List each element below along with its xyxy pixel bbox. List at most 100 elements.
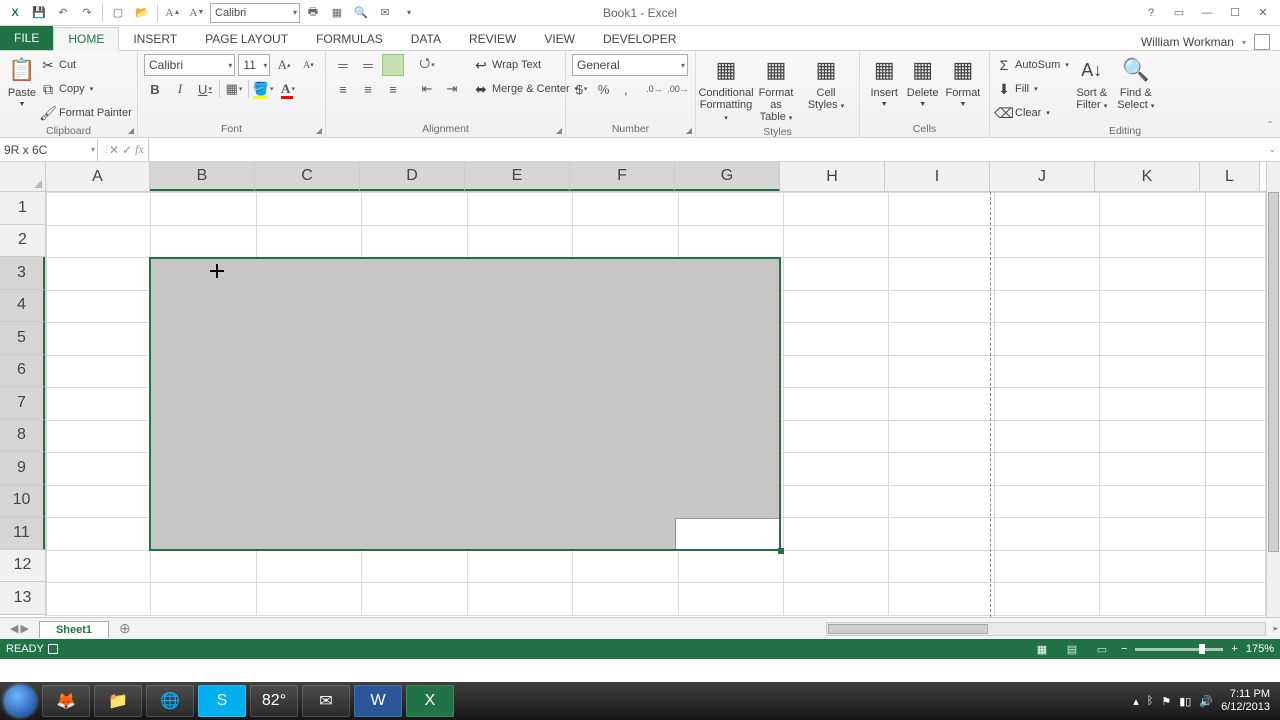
taskbar-app-firefox[interactable]: 🦊 — [42, 685, 90, 717]
row-header[interactable]: 7 — [0, 387, 45, 420]
enter-fx-icon[interactable]: ✓ — [122, 143, 132, 157]
email-icon[interactable]: ✉ — [374, 2, 396, 24]
row-header[interactable]: 3 — [0, 257, 45, 290]
cell[interactable] — [994, 225, 1099, 258]
column-header[interactable]: F — [570, 162, 675, 191]
cell[interactable] — [47, 355, 151, 388]
cell[interactable] — [362, 323, 467, 356]
sheet-nav-prev-icon[interactable]: ◀ — [10, 622, 18, 635]
cell[interactable] — [678, 258, 783, 291]
cell[interactable] — [1100, 290, 1205, 323]
paste-button[interactable]: 📋 Paste▼ — [6, 54, 38, 111]
delete-cells-button[interactable]: ▦Delete▼ — [904, 54, 940, 111]
sheet-nav-next-icon[interactable]: ▶ — [20, 622, 28, 635]
taskbar-app-word[interactable]: W — [354, 685, 402, 717]
dialog-launcher-icon[interactable]: ◢ — [686, 126, 692, 135]
fx-icon[interactable]: fx — [135, 142, 144, 157]
align-middle-button[interactable]: ＝ — [357, 54, 379, 76]
tab-page-layout[interactable]: PAGE LAYOUT — [191, 28, 302, 50]
cell[interactable] — [678, 583, 783, 616]
cell[interactable] — [889, 355, 994, 388]
cell[interactable] — [889, 583, 994, 616]
cell[interactable] — [47, 583, 151, 616]
cell[interactable] — [678, 225, 783, 258]
column-header[interactable]: K — [1095, 162, 1200, 191]
taskbar-app-weather[interactable]: 82° — [250, 685, 298, 717]
cell[interactable] — [678, 485, 783, 518]
cell[interactable] — [362, 583, 467, 616]
cell[interactable] — [994, 323, 1099, 356]
cell[interactable] — [1100, 518, 1205, 551]
vertical-scrollbar[interactable] — [1266, 162, 1280, 617]
align-center-button[interactable]: ≡ — [357, 78, 379, 100]
table-icon[interactable]: ▦ — [326, 2, 348, 24]
taskbar-app-chrome[interactable]: 🌐 — [146, 685, 194, 717]
cell[interactable] — [256, 193, 361, 226]
cell[interactable] — [467, 290, 572, 323]
expand-fx-icon[interactable]: ⌄ — [1268, 144, 1276, 155]
row-header[interactable]: 6 — [0, 355, 45, 388]
bold-button[interactable]: B — [144, 78, 166, 100]
cell[interactable] — [151, 388, 256, 421]
cell[interactable] — [1205, 258, 1265, 291]
cell[interactable] — [678, 355, 783, 388]
cell[interactable] — [256, 583, 361, 616]
row-header[interactable]: 12 — [0, 550, 45, 583]
taskbar-app-mail[interactable]: ✉ — [302, 685, 350, 717]
align-left-button[interactable]: ≡ — [332, 78, 354, 100]
cell[interactable] — [256, 420, 361, 453]
column-header[interactable]: L — [1200, 162, 1260, 191]
cell[interactable] — [1205, 323, 1265, 356]
dialog-launcher-icon[interactable]: ◢ — [128, 126, 134, 135]
underline-button[interactable]: U — [194, 78, 216, 100]
percent-button[interactable]: % — [594, 78, 613, 100]
cell[interactable] — [783, 420, 888, 453]
cell[interactable] — [889, 193, 994, 226]
sort-filter-button[interactable]: A↓Sort &Filter ▾ — [1071, 54, 1113, 113]
clear-button[interactable]: ⌫Clear▾ — [996, 102, 1069, 124]
cell[interactable] — [47, 453, 151, 486]
insert-cells-button[interactable]: ▦Insert▼ — [866, 54, 902, 111]
formula-bar[interactable]: ⌄ — [149, 138, 1280, 161]
font-name-combo[interactable]: Calibri — [144, 54, 235, 76]
cell[interactable] — [1205, 193, 1265, 226]
cell[interactable] — [889, 258, 994, 291]
cell[interactable] — [783, 550, 888, 583]
shrink-font-button[interactable]: A▾ — [298, 54, 319, 76]
cell[interactable] — [1205, 518, 1265, 551]
row-header[interactable]: 1 — [0, 192, 45, 225]
cell[interactable] — [783, 290, 888, 323]
cell[interactable] — [1205, 485, 1265, 518]
help-icon[interactable]: ? — [1140, 2, 1162, 24]
grow-font-icon[interactable]: A▲ — [162, 2, 184, 24]
increase-decimal-button[interactable]: .0→ — [645, 78, 664, 100]
cell[interactable] — [151, 420, 256, 453]
fill-button[interactable]: ⬇Fill▾ — [996, 78, 1069, 100]
cell[interactable] — [1100, 355, 1205, 388]
cell[interactable] — [151, 323, 256, 356]
cell[interactable] — [1205, 453, 1265, 486]
decrease-decimal-button[interactable]: .00→ — [667, 78, 689, 100]
font-color-button[interactable]: A — [277, 78, 299, 100]
cell[interactable] — [362, 485, 467, 518]
cell[interactable] — [1100, 420, 1205, 453]
cell[interactable] — [467, 453, 572, 486]
row-header[interactable]: 13 — [0, 582, 45, 615]
qat-more-icon[interactable]: ▾ — [398, 2, 420, 24]
cell[interactable] — [994, 550, 1099, 583]
wrap-text-button[interactable]: ↩Wrap Text — [473, 54, 578, 76]
start-button[interactable] — [4, 685, 36, 717]
cell[interactable] — [256, 258, 361, 291]
cell[interactable] — [994, 355, 1099, 388]
new-sheet-button[interactable]: ⊕ — [109, 620, 141, 637]
cell[interactable] — [889, 485, 994, 518]
cell[interactable] — [889, 323, 994, 356]
cell[interactable] — [678, 550, 783, 583]
cell[interactable] — [994, 485, 1099, 518]
increase-indent-button[interactable]: ⇥ — [441, 78, 463, 100]
cell[interactable] — [783, 518, 888, 551]
cell[interactable] — [151, 518, 256, 551]
cell[interactable] — [783, 485, 888, 518]
tab-developer[interactable]: DEVELOPER — [589, 28, 690, 50]
cell[interactable] — [994, 453, 1099, 486]
